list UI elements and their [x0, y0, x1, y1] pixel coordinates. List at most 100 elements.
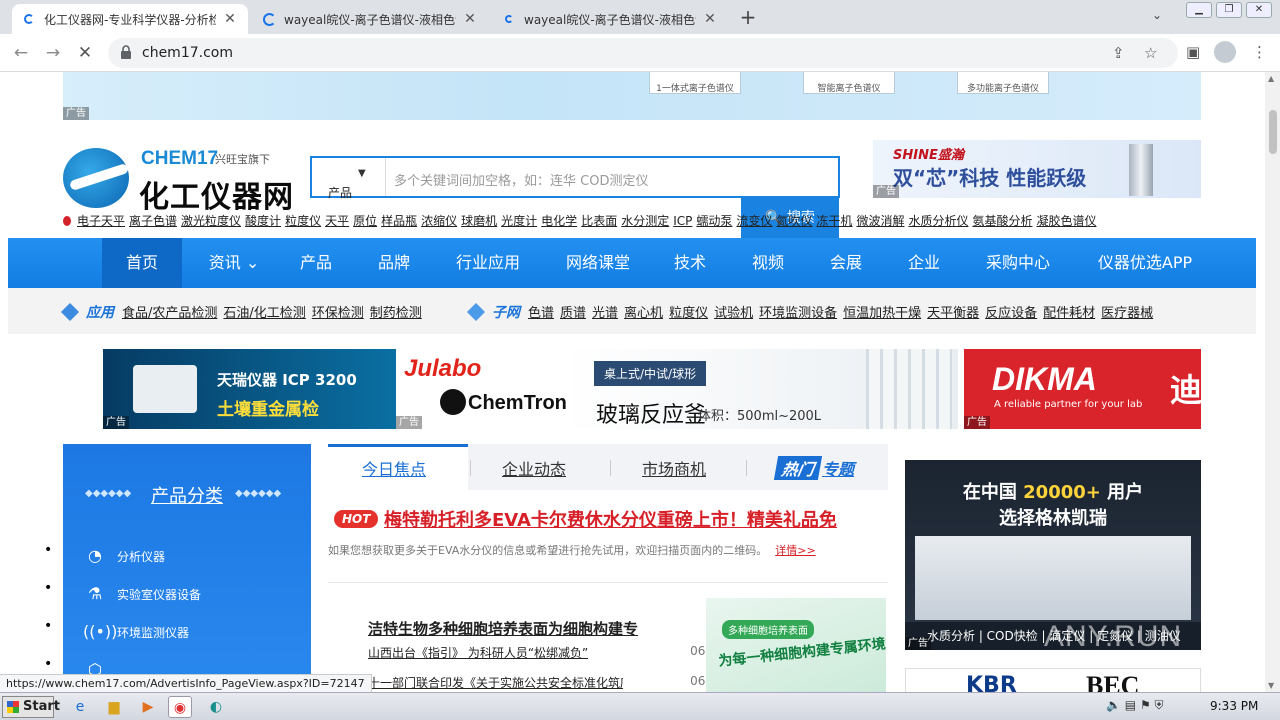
chrome-icon[interactable]: ◉ — [168, 696, 192, 718]
news-thumbnail[interactable]: 多种细胞培养表面 为每一种细胞构建专属环境 — [706, 598, 886, 692]
hot-keyword-link[interactable]: 离子色谱 — [129, 214, 177, 228]
shine-ad[interactable]: SHINE盛瀚 双“芯”科技 性能跃级 广告 — [873, 140, 1201, 198]
restore-button[interactable]: ❐ — [1216, 2, 1242, 18]
subsite-link[interactable]: 粒度仪 — [669, 306, 708, 321]
hot-keyword-link[interactable]: 蠕动泵 — [696, 214, 732, 228]
side-panel-icon[interactable]: ▣ — [1186, 43, 1200, 61]
nav-item[interactable]: 仪器优选APP — [1080, 238, 1210, 288]
hot-keyword-link[interactable]: 原位 — [353, 214, 377, 228]
hot-keyword-link[interactable]: 电化学 — [541, 214, 577, 228]
subsite-link[interactable]: 试验机 — [714, 306, 753, 321]
hot-keyword-link[interactable]: ICP — [673, 214, 692, 228]
ie-icon[interactable]: e — [68, 696, 92, 718]
nav-item[interactable]: 产品 — [284, 238, 348, 288]
hot-keyword-link[interactable]: 粒度仪 — [285, 214, 321, 228]
subsite-link[interactable]: 质谱 — [560, 306, 586, 321]
logo-icon[interactable] — [63, 148, 129, 208]
start-button[interactable]: Start — [2, 696, 60, 718]
nav-item[interactable]: 视频 — [736, 238, 800, 288]
tab-wayeal-1[interactable]: wayeal皖仪-离子色谱仪-液相色谱仪 ✕ — [252, 4, 488, 34]
forward-arrow-icon[interactable]: → — [42, 42, 64, 64]
tab-company-news[interactable]: 企业动态 — [502, 456, 566, 480]
headline-link[interactable]: 梅特勒托利多EVA卡尔费休水分仪重磅上市！精美礼品免 — [384, 506, 837, 532]
close-icon[interactable]: ✕ — [702, 11, 718, 27]
subsite-link[interactable]: 反应设备 — [985, 306, 1037, 321]
new-tab-button[interactable]: + — [738, 6, 758, 28]
hot-keyword-link[interactable]: 氮吹仪 — [776, 214, 812, 228]
hot-keyword-link[interactable]: 氨基酸分析 — [972, 214, 1032, 228]
hot-keyword-link[interactable]: 球磨机 — [461, 214, 497, 228]
edge-icon[interactable]: ◐ — [204, 696, 228, 718]
subsite-link[interactable]: 医疗器械 — [1101, 306, 1153, 321]
application-link[interactable]: 环保检测 — [312, 306, 364, 321]
tianrui-ad[interactable]: 天瑞仪器 ICP 3200 土壤重金属检 广告 — [103, 349, 396, 429]
logo-english[interactable]: CHEM17 — [141, 148, 218, 170]
nav-item[interactable]: 技术 — [658, 238, 722, 288]
list-item[interactable]: 山西出台《指引》 为科研人员“松绑减负”06-05 — [368, 644, 725, 674]
scroll-up-icon[interactable]: ▲ — [1268, 74, 1274, 83]
scroll-down-icon[interactable]: ▼ — [1268, 681, 1274, 690]
share-icon[interactable]: ⇪ — [1112, 44, 1125, 62]
tab-wayeal-2[interactable]: wayeal皖仪-离子色谱仪-液相色谱仪 ✕ — [492, 4, 728, 34]
hot-keyword-link[interactable]: 水质分析仪 — [908, 214, 968, 228]
close-window-button[interactable]: ✕ — [1246, 2, 1272, 18]
search-category-select[interactable]: ▼ 产品 — [312, 158, 386, 200]
nav-item[interactable]: 企业 — [892, 238, 956, 288]
scrollbar-thumb[interactable] — [1269, 110, 1277, 154]
application-link[interactable]: 石油/化工检测 — [223, 306, 305, 321]
dikma-ad[interactable]: DIKMA A reliable partner for your lab 迪 … — [964, 349, 1201, 429]
list-item[interactable]: 十一部门联合印发《关于实施公共安全标准化筑底06-05 — [368, 674, 725, 692]
nav-item[interactable]: 行业应用 — [438, 238, 538, 288]
network-icon[interactable]: ▤ — [1125, 698, 1136, 712]
julabo-ad[interactable]: Julabo ChemTron 桌上式/中试/球形 玻璃反应釜 体积：500ml… — [396, 349, 958, 429]
back-arrow-icon[interactable]: ← — [10, 42, 32, 64]
address-bar[interactable]: chem17.com ⇪ ☆ — [108, 38, 1178, 68]
menu-kebab-icon[interactable]: ⋮ — [1252, 43, 1267, 61]
tab-hot[interactable]: 热门 — [773, 456, 823, 480]
stop-loading-icon[interactable]: ✕ — [74, 42, 96, 64]
subsite-link[interactable]: 光谱 — [592, 306, 618, 321]
tab-chem17[interactable]: 化工仪器网-专业科学仪器-分析检测 ✕ — [12, 4, 248, 34]
application-link[interactable]: 食品/农产品检测 — [122, 306, 217, 321]
bookmark-star-icon[interactable]: ☆ — [1144, 44, 1157, 62]
minimize-button[interactable]: ▁ — [1186, 2, 1212, 18]
tab-topics[interactable]: 专题 — [822, 456, 854, 480]
hot-keyword-link[interactable]: 凝胶色谱仪 — [1036, 214, 1096, 228]
profile-avatar[interactable] — [1214, 41, 1236, 63]
category-item[interactable]: ◔ 分析仪器 — [83, 546, 165, 568]
top-banner-ad[interactable]: 1一体式离子色谱仪 智能离子色谱仪 多功能离子色谱仪 广告 — [63, 72, 1201, 120]
subsite-link[interactable]: 恒温加热干燥 — [843, 306, 921, 321]
nav-item[interactable]: 品牌 — [362, 238, 426, 288]
hot-keyword-link[interactable]: 微波消解 — [856, 214, 904, 228]
media-player-icon[interactable]: ▶ — [136, 696, 160, 718]
category-item[interactable]: ⚗ 实验室仪器设备 — [83, 584, 201, 606]
flag-icon[interactable]: ⚑ — [1140, 698, 1151, 712]
tab-market[interactable]: 市场商机 — [642, 456, 706, 480]
hot-keyword-link[interactable]: 浓缩仪 — [421, 214, 457, 228]
subsite-link[interactable]: 配件耗材 — [1043, 306, 1095, 321]
search-input[interactable]: 多个关键词间加空格，如：连华 COD测定仪 — [394, 170, 648, 189]
subsite-link[interactable]: 环境监测设备 — [759, 306, 837, 321]
close-icon[interactable]: ✕ — [222, 11, 238, 27]
lead-news-link[interactable]: 洁特生物多种细胞培养表面为细胞构建专 — [368, 618, 693, 644]
hot-keyword-link[interactable]: 酸度计 — [245, 214, 281, 228]
hot-keyword-link[interactable]: 比表面 — [581, 214, 617, 228]
subsite-link[interactable]: 色谱 — [528, 306, 554, 321]
details-link[interactable]: 详情>> — [775, 544, 815, 557]
application-link[interactable]: 制药检测 — [370, 306, 422, 321]
nav-item[interactable]: 会展 — [814, 238, 878, 288]
subsite-link[interactable]: 天平衡器 — [927, 306, 979, 321]
hot-keyword-link[interactable]: 样品瓶 — [381, 214, 417, 228]
hot-keyword-link[interactable]: 流变仪 — [736, 214, 772, 228]
category-item[interactable]: ((•))环境监测仪器 — [83, 622, 189, 644]
nav-item[interactable]: 资讯 ⌄ — [188, 238, 280, 288]
close-icon[interactable]: ✕ — [462, 11, 478, 27]
hot-keyword-link[interactable]: 激光粒度仪 — [181, 214, 241, 228]
subsite-link[interactable]: 离心机 — [624, 306, 663, 321]
shield-icon[interactable]: ⛨ — [1155, 698, 1164, 712]
folder-icon[interactable]: ▆ — [102, 696, 126, 718]
hot-keyword-link[interactable]: 光度计 — [501, 214, 537, 228]
tab-today-focus[interactable]: 今日焦点 — [362, 456, 426, 480]
hot-keyword-link[interactable]: 冻干机 — [816, 214, 852, 228]
logo-chinese[interactable]: 化工仪器网 — [139, 172, 294, 216]
